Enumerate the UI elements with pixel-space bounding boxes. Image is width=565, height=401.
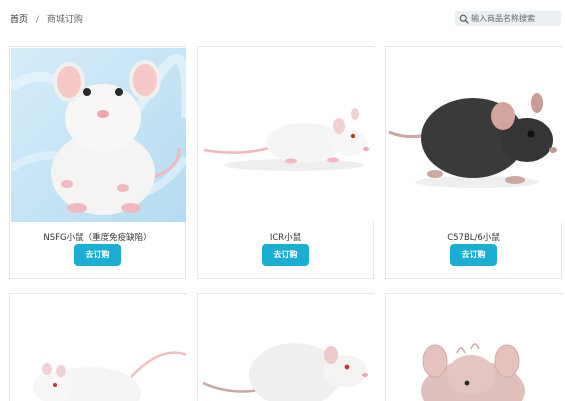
product-name: C57BL/6小鼠 <box>447 233 500 243</box>
product-name: NSFG小鼠（重度免疫缺陷） <box>43 233 152 243</box>
product-image[interactable] <box>387 295 562 401</box>
product-image-c57bl6-mouse[interactable] <box>387 48 562 222</box>
order-button[interactable]: 去订购 <box>450 244 497 266</box>
order-button[interactable]: 去订购 <box>74 244 121 266</box>
product-card[interactable] <box>385 293 562 401</box>
product-card[interactable] <box>197 293 374 401</box>
product-name: ICR小鼠 <box>269 233 302 243</box>
product-image-icr-mouse[interactable] <box>199 48 374 222</box>
breadcrumb: 首页 / 商城订购 <box>10 12 83 25</box>
breadcrumb-separator: / <box>35 15 39 25</box>
product-card[interactable] <box>9 293 186 401</box>
breadcrumb-home-link[interactable]: 首页 <box>10 15 28 25</box>
search-box[interactable] <box>455 11 563 26</box>
search-icon[interactable] <box>459 14 469 24</box>
top-bar: 首页 / 商城订购 <box>0 0 565 36</box>
product-card[interactable]: ICR小鼠 去订购 <box>197 46 374 279</box>
product-image-nsfg-mouse[interactable] <box>11 48 186 222</box>
breadcrumb-current: 商城订购 <box>46 15 83 25</box>
order-button[interactable]: 去订购 <box>262 244 309 266</box>
product-image[interactable] <box>11 295 186 401</box>
product-card[interactable]: NSFG小鼠（重度免疫缺陷） 去订购 <box>9 46 186 279</box>
search-input[interactable] <box>471 14 563 23</box>
product-card[interactable]: C57BL/6小鼠 去订购 <box>385 46 562 279</box>
product-image[interactable] <box>199 295 374 401</box>
